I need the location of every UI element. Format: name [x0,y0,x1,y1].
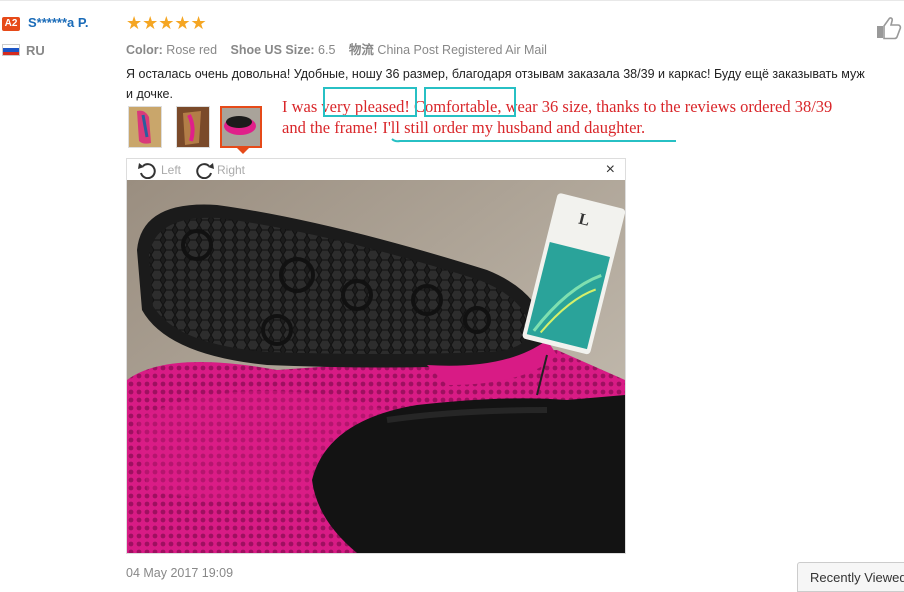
rotate-right-icon [196,163,214,179]
rotate-left-icon [138,163,156,179]
rotate-left-button[interactable]: Left [137,161,181,179]
photo-thumbnail[interactable] [128,106,162,148]
photo-viewer: Left Right × L [126,158,626,554]
rotate-right-label: Right [217,163,246,177]
top-divider [0,0,904,1]
recently-viewed-tab[interactable]: Recently Viewed [797,562,904,592]
order-details: Color: Rose red Shoe US Size: 6.5 物流 Chi… [126,39,557,58]
close-icon[interactable]: × [606,161,615,179]
size-label: Shoe US Size: [230,43,315,57]
review-date: 04 May 2017 19:09 [126,566,234,580]
reviewer-country: RU [26,43,45,58]
russia-flag-icon [2,44,20,56]
photo-viewer-toolbar: Left Right × [127,159,625,181]
color-label: Color: [126,43,163,57]
selected-thumbnail-pointer [237,148,249,154]
annotation-highlight-box [424,87,516,117]
review-text-line: Я осталась очень довольна! Удобные, ношу… [126,67,865,81]
photo-thumbnail[interactable] [176,106,210,148]
size-value: 6.5 [318,43,336,57]
reviewer-name[interactable]: S******a P. [28,15,88,30]
rating-stars: ★★★★★ [126,13,207,33]
rotate-left-label: Left [161,163,182,177]
thumbs-up-icon[interactable] [876,16,902,40]
reviewer-level-badge: A2 [2,17,20,31]
annotation-underline [391,138,676,143]
annotation-highlight-box [323,87,417,117]
color-value: Rose red [166,43,218,57]
photo-thumbnail-selected[interactable] [220,106,262,148]
rotate-right-button[interactable]: Right [193,161,245,179]
shipping-value: China Post Registered Air Mail [377,43,547,57]
shipping-label: 物流 [348,43,374,57]
translation-line: and the frame! I'll still order my husba… [282,118,646,137]
review-photo-large: L [127,180,625,553]
